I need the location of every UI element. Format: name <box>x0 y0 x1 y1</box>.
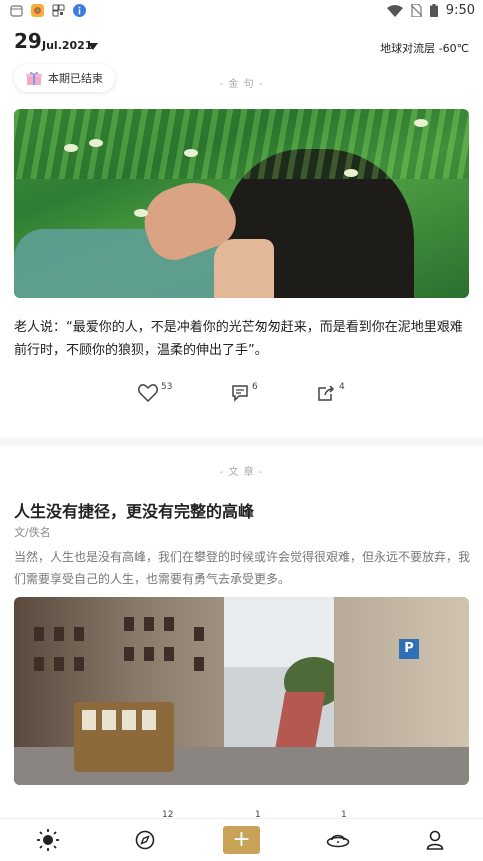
comment-count: 6 <box>252 382 258 392</box>
weather-text: 地球对流层 -60℃ <box>380 42 469 55</box>
section-divider <box>0 438 483 446</box>
wifi-icon <box>386 4 403 17</box>
share-icon <box>318 385 335 401</box>
quote-actions: 53 6 4 <box>0 382 483 408</box>
add-button[interactable]: + <box>223 826 260 854</box>
quote-text: 老人说：“最爱你的人，不是冲着你的光芒匆匆赶来，而是看到你在泥地里艰难前行时，不… <box>14 320 463 358</box>
comment-icon <box>232 385 248 402</box>
article-author: 文/佚名 <box>14 526 51 539</box>
info-icon <box>73 4 86 17</box>
share-count: 4 <box>339 382 345 392</box>
nav-home[interactable] <box>33 825 63 855</box>
user-icon <box>426 830 444 850</box>
article-title[interactable]: 人生没有捷径，更没有完整的高峰 <box>14 498 254 522</box>
heart-icon <box>138 384 158 402</box>
like-button[interactable]: 53 <box>138 382 173 402</box>
status-time: 9:50 <box>445 3 475 18</box>
share-button[interactable]: 4 <box>317 382 345 402</box>
article-excerpt[interactable]: 当然，人生也是没有高峰，我们在攀登的时候或许会觉得很艰难，但永远不要放弃，我们需… <box>14 546 470 590</box>
nav-discover[interactable] <box>130 825 160 855</box>
article-cover-image[interactable]: P <box>14 597 469 785</box>
chevron-down-icon[interactable] <box>88 43 98 50</box>
sun-icon <box>37 829 59 851</box>
article-section-label: - 文 章 - <box>219 467 264 478</box>
status-bar: 9:50 <box>0 0 483 24</box>
nav-explore[interactable] <box>323 825 353 855</box>
like-count: 53 <box>161 382 173 392</box>
no-sim-icon <box>410 4 422 17</box>
compass-icon <box>135 830 155 850</box>
app-icon <box>31 4 44 17</box>
date-day[interactable]: 29 <box>14 29 42 53</box>
battery-icon <box>429 4 438 17</box>
ufo-icon <box>326 834 350 848</box>
comment-button[interactable]: 6 <box>231 382 258 402</box>
nav-profile[interactable] <box>420 825 450 855</box>
qr-icon <box>52 4 65 17</box>
calendar-icon <box>10 5 23 17</box>
date-month-year[interactable]: Jul.2021 <box>42 39 93 52</box>
parking-sign: P <box>399 639 419 659</box>
bottom-nav: + <box>0 818 483 861</box>
quote-section-label: - 金 句 - <box>219 79 264 90</box>
quote-illustration[interactable] <box>14 109 469 298</box>
